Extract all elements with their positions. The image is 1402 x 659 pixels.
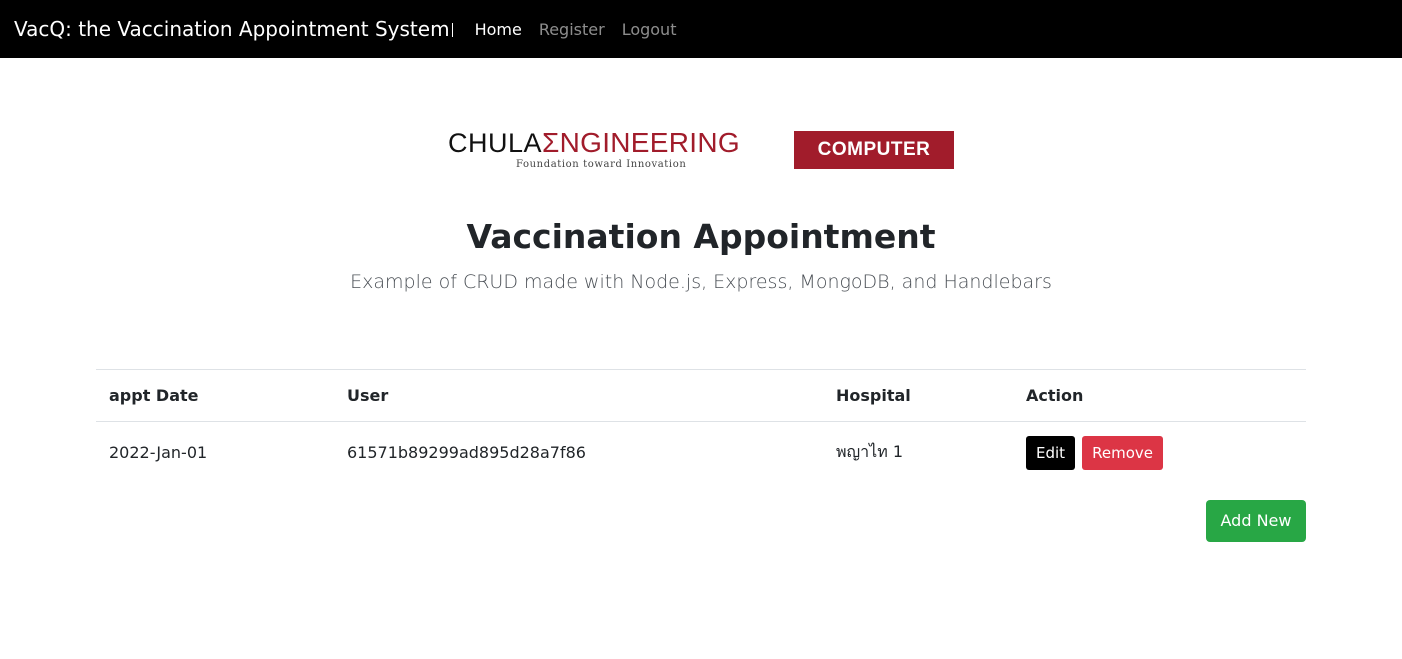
cell-hospital: พญาไท 1 [836, 442, 904, 462]
cell-user: 61571b89299ad895d28a7f86 [347, 443, 586, 463]
edit-button[interactable]: Edit [1026, 435, 1076, 470]
brand-link[interactable]: VacQ: the Vaccination Appointment System [14, 17, 453, 41]
add-new-button[interactable]: Add New [1206, 500, 1306, 542]
remove-button[interactable]: Remove [1082, 435, 1164, 470]
appointments-table: appt Date User Hospital Action 2022-Jan-… [96, 369, 1306, 484]
logo-tagline: Foundation toward Innovation [516, 159, 687, 170]
nav-link-logout[interactable]: Logout [622, 20, 677, 39]
table-row: 2022-Jan-01 61571b89299ad895d28a7f86 พญา… [96, 422, 1306, 484]
header-hospital: Hospital [836, 386, 911, 405]
chula-engineering-logo: CHULA ΣNGINEERING Foundation toward Inno… [448, 126, 956, 174]
nav-links: Home Register Logout [475, 20, 694, 39]
text-caret [451, 23, 453, 37]
page-subtitle: Example of CRUD made with Node.js, Expre… [350, 271, 1052, 293]
header-action: Action [1026, 386, 1084, 405]
nav-link-home[interactable]: Home [475, 20, 522, 39]
header-user: User [347, 386, 389, 405]
navbar: VacQ: the Vaccination Appointment System… [0, 0, 1402, 58]
table-header-row: appt Date User Hospital Action [96, 369, 1306, 422]
logo-engineering-text: ΣNGINEERING [542, 127, 740, 158]
cell-action: Edit Remove [1013, 422, 1306, 484]
logo-computer-badge: COMPUTER [794, 131, 954, 169]
nav-link-register[interactable]: Register [539, 20, 605, 39]
page-title: Vaccination Appointment [466, 217, 936, 256]
header-appt-date: appt Date [109, 386, 199, 405]
cell-appt-date: 2022-Jan-01 [109, 443, 208, 463]
logo-chula-text: CHULA [448, 128, 543, 158]
